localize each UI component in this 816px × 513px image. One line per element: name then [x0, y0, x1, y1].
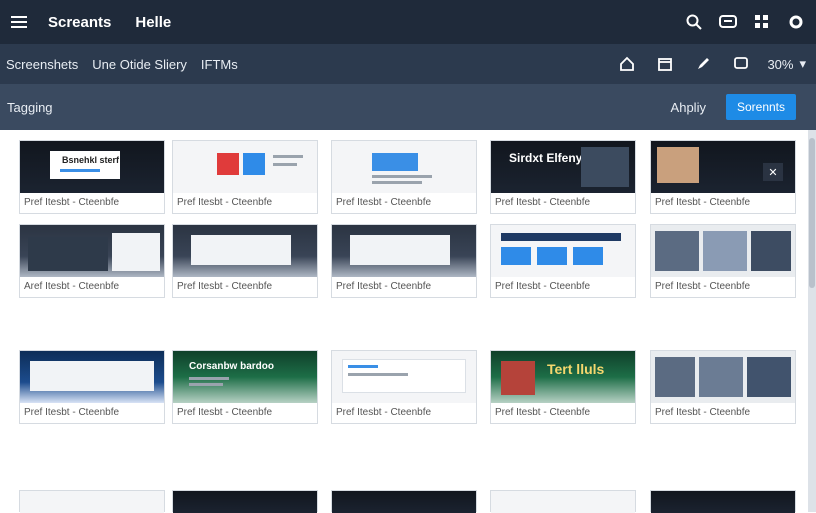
- screenshot-card[interactable]: [490, 490, 636, 513]
- thumbnail: [651, 225, 795, 277]
- home-icon[interactable]: [615, 52, 639, 76]
- scrollbar-thumb[interactable]: [809, 138, 815, 288]
- screenshot-card[interactable]: [331, 490, 477, 513]
- thumbnail: [332, 351, 476, 403]
- thumbnail: Bsnehkl sterf: [20, 141, 164, 193]
- chat-icon[interactable]: [716, 10, 740, 34]
- scrollbar[interactable]: [808, 130, 816, 512]
- gear-icon[interactable]: [784, 10, 808, 34]
- search-icon[interactable]: [682, 10, 706, 34]
- screenshot-card[interactable]: Pref Itesbt - Cteenbfe: [331, 140, 477, 214]
- thumbnail: [173, 491, 317, 513]
- thumbnail: [173, 225, 317, 277]
- grid-icon[interactable]: [750, 10, 774, 34]
- thumbnail: [651, 491, 795, 513]
- close-icon: ✕: [763, 163, 783, 181]
- screenshot-grid: Bsnehkl sterf Pref Itesbt - Cteenbfe Pre…: [0, 130, 808, 513]
- top-bar: Screants Helle: [0, 0, 816, 44]
- screenshot-card[interactable]: Pref Itesbt - Cteenbfe: [490, 224, 636, 298]
- screenshot-card[interactable]: [172, 490, 318, 513]
- card-caption: Pref Itesbt - Cteenbfe: [336, 281, 432, 292]
- screenshot-card[interactable]: ✕ Pref Itesbt - Cteenbfe: [650, 140, 796, 214]
- thumbnail: Tert lluls: [491, 351, 635, 403]
- thumbnail: [491, 491, 635, 513]
- edit-icon[interactable]: [691, 52, 715, 76]
- menu-icon[interactable]: [2, 0, 36, 44]
- card-caption: Pref Itesbt - Cteenbfe: [177, 197, 273, 208]
- screenshot-card[interactable]: Pref Itesbt - Cteenbfe: [331, 350, 477, 424]
- nav-item-screenshots[interactable]: Screenshets: [6, 57, 78, 72]
- screenshot-card[interactable]: [19, 490, 165, 513]
- screenshot-card[interactable]: Pref Itesbt - Cteenbfe: [650, 350, 796, 424]
- chevron-down-icon: ▾: [799, 56, 806, 71]
- screenshot-card[interactable]: Pref Itesbt - Cteenbfe: [331, 224, 477, 298]
- card-caption: Pref Itesbt - Cteenbfe: [495, 407, 591, 418]
- zoom-value: 30%: [767, 56, 794, 72]
- card-caption: Aref Itesbt - Cteenbfe: [24, 281, 120, 292]
- screenshot-card[interactable]: Sirdxt Elfeny Pref Itesbt - Cteenbfe: [490, 140, 636, 214]
- app-title: Screants: [48, 13, 112, 31]
- tagging-label: Tagging: [7, 99, 53, 115]
- thumbnail-text: Corsanbw bardoo: [189, 361, 275, 372]
- thumbnail-text: Sirdxt Elfeny: [509, 151, 583, 165]
- thumbnail: ✕: [651, 141, 795, 193]
- calendar-icon[interactable]: [653, 52, 677, 76]
- screenshot-card[interactable]: Pref Itesbt - Cteenbfe: [19, 350, 165, 424]
- app-subtitle: Helle: [135, 13, 172, 31]
- comment-icon[interactable]: [729, 52, 753, 76]
- primary-button[interactable]: Sorennts: [725, 94, 796, 120]
- card-caption: Pref Itesbt - Cteenbfe: [336, 197, 432, 208]
- screenshot-card[interactable]: Corsanbw bardoo Pref Itesbt - Cteenbfe: [172, 350, 318, 424]
- screenshot-card[interactable]: Aref Itesbt - Cteenbfe: [19, 224, 165, 298]
- card-caption: Pref Itesbt - Cteenbfe: [655, 407, 751, 418]
- thumbnail: [20, 491, 164, 513]
- thumbnail: [332, 491, 476, 513]
- card-caption: Pref Itesbt - Cteenbfe: [495, 197, 591, 208]
- tag-bar: Tagging Ahpliy Sorennts: [0, 84, 816, 130]
- card-caption: Pref Itesbt - Cteenbfe: [177, 407, 273, 418]
- screenshot-card[interactable]: [650, 490, 796, 513]
- card-caption: Pref Itesbt - Cteenbfe: [655, 281, 751, 292]
- thumbnail-text: Bsnehkl sterf: [62, 155, 120, 165]
- thumbnail: [332, 225, 476, 277]
- thumbnail: [20, 225, 164, 277]
- screenshot-card[interactable]: Pref Itesbt - Cteenbfe: [172, 140, 318, 214]
- card-caption: Pref Itesbt - Cteenbfe: [655, 197, 751, 208]
- card-caption: Pref Itesbt - Cteenbfe: [495, 281, 591, 292]
- nav-item-iftms[interactable]: IFTMs: [201, 57, 238, 72]
- thumbnail-text: Tert lluls: [547, 361, 605, 377]
- card-caption: Pref Itesbt - Cteenbfe: [177, 281, 273, 292]
- nav-item-gallery[interactable]: Une Otide Sliery: [92, 57, 187, 72]
- thumbnail: [491, 225, 635, 277]
- thumbnail: Sirdxt Elfeny: [491, 141, 635, 193]
- nav-bar: Screenshets Une Otide Sliery IFTMs 30% ▾: [0, 44, 816, 84]
- thumbnail: [651, 351, 795, 403]
- card-caption: Pref Itesbt - Cteenbfe: [336, 407, 432, 418]
- screenshot-card[interactable]: Bsnehkl sterf Pref Itesbt - Cteenbfe: [19, 140, 165, 214]
- apply-button[interactable]: Ahpliy: [661, 95, 716, 120]
- card-caption: Pref Itesbt - Cteenbfe: [24, 407, 120, 418]
- zoom-dropdown[interactable]: 30% ▾: [767, 56, 806, 72]
- card-caption: Pref Itesbt - Cteenbfe: [24, 197, 120, 208]
- screenshot-card[interactable]: Tert lluls Pref Itesbt - Cteenbfe: [490, 350, 636, 424]
- screenshot-card[interactable]: Pref Itesbt - Cteenbfe: [172, 224, 318, 298]
- thumbnail: [173, 141, 317, 193]
- thumbnail: [332, 141, 476, 193]
- thumbnail: Corsanbw bardoo: [173, 351, 317, 403]
- thumbnail: [20, 351, 164, 403]
- screenshot-card[interactable]: Pref Itesbt - Cteenbfe: [650, 224, 796, 298]
